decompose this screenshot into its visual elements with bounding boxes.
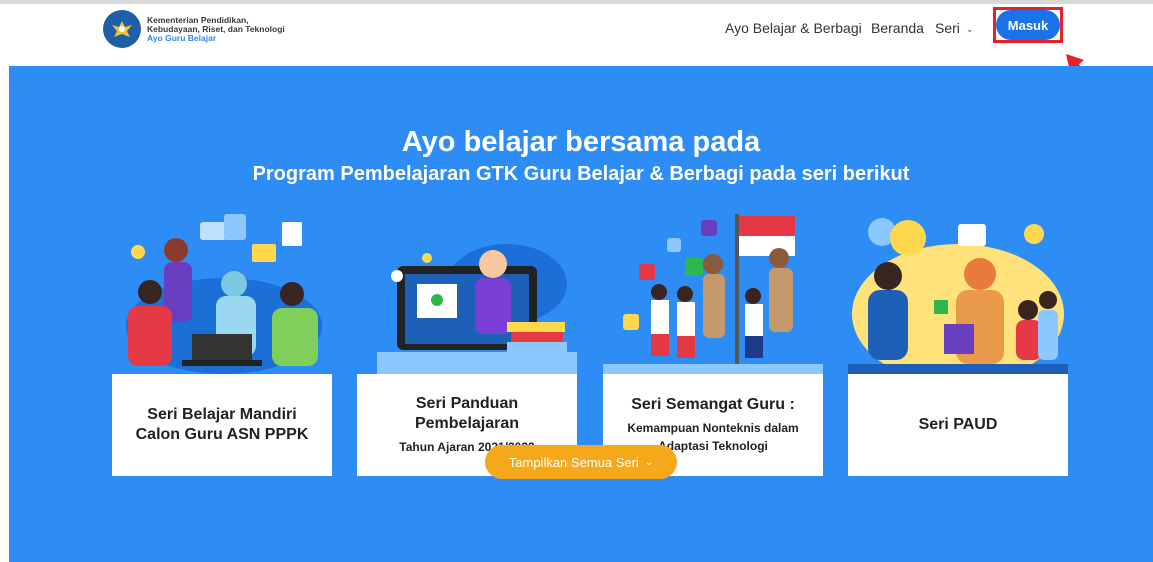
illustration-paud-children	[848, 218, 1068, 374]
nav-ayo-belajar-berbagi[interactable]: Ayo Belajar & Berbagi	[725, 20, 862, 36]
nav-label: Seri	[935, 20, 960, 36]
logo-line-3: Ayo Guru Belajar	[147, 32, 217, 43]
illustration-teachers-discussion	[126, 214, 322, 374]
hero-title: Ayo belajar bersama pada	[401, 126, 761, 158]
nav-label: Beranda	[871, 20, 924, 36]
chevron-down-icon: ⌄	[965, 24, 974, 34]
card-title: Seri PAUD	[918, 416, 998, 433]
site-logo[interactable]: Kementerian Pendidikan, Kebudayaan, Rise…	[103, 10, 285, 48]
nav-label: Ayo Belajar & Berbagi	[725, 20, 862, 36]
card-title: Seri Belajar Mandiri Calon Guru ASN PPPK	[135, 406, 309, 443]
illustration-teachers-students-flag	[603, 214, 823, 374]
show-all-label: Tampilkan Semua Seri	[508, 454, 639, 470]
card-seri-belajar-mandiri[interactable]: Seri Belajar Mandiri Calon Guru ASN PPPK	[112, 374, 332, 476]
nav-beranda[interactable]: Beranda	[871, 20, 924, 36]
card-title: Seri Semangat Guru :	[631, 396, 795, 413]
hero-subtitle: Program Pembelajaran GTK Guru Belajar & …	[252, 163, 910, 185]
illustration-online-teacher	[377, 244, 577, 374]
show-all-series-button[interactable]: Tampilkan Semua Seri ⌄	[485, 445, 677, 479]
hero-section: Ayo belajar bersama pada Program Pembela…	[9, 66, 1153, 562]
chevron-down-icon: ⌄	[644, 456, 654, 468]
card-title: Seri Panduan Pembelajaran	[414, 395, 520, 432]
tut-wuri-emblem-icon	[103, 10, 141, 48]
card-seri-paud[interactable]: Seri PAUD	[848, 374, 1068, 476]
nav-seri-dropdown[interactable]: Seri ⌄	[935, 20, 973, 36]
login-button[interactable]: Masuk	[996, 10, 1060, 40]
logo-text: Kementerian Pendidikan, Kebudayaan, Rise…	[147, 15, 285, 43]
